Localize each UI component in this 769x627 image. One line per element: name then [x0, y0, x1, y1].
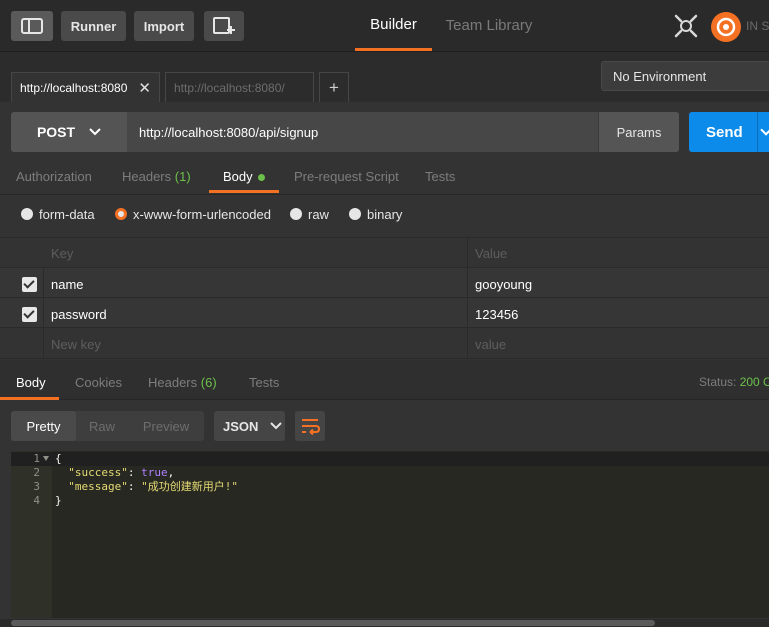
table-row: [0, 329, 769, 359]
wrap-lines-button[interactable]: [295, 411, 325, 441]
body-active-dot: [257, 174, 265, 181]
format-select[interactable]: JSON: [214, 411, 285, 441]
wrap-icon: [302, 419, 321, 436]
tab-tests[interactable]: Tests: [425, 162, 455, 193]
row-checkbox[interactable]: [22, 277, 37, 292]
line-number: 4: [33, 494, 40, 507]
radio-label: form-data: [39, 206, 95, 222]
value-column-header: Value: [475, 245, 508, 261]
radio-form-data[interactable]: form-data: [21, 206, 95, 222]
status-code: 200 O: [739, 375, 769, 389]
tab-body-label: Body: [223, 169, 253, 184]
radio-icon: [290, 208, 302, 220]
tab-response-headers-label: Headers: [148, 375, 198, 390]
radio-label: raw: [308, 206, 329, 222]
import-button[interactable]: Import: [134, 11, 194, 41]
radio-icon: [349, 208, 361, 220]
pretty-button[interactable]: Pretty: [11, 411, 76, 441]
tab-response-cookies[interactable]: Cookies: [75, 366, 122, 400]
close-icon[interactable]: ✕: [138, 79, 151, 97]
code-line: "success": true,: [68, 466, 175, 479]
table-header: [0, 237, 769, 268]
new-value-input[interactable]: value: [475, 329, 506, 359]
column-divider: [467, 237, 468, 359]
sidebar-icon: [21, 18, 43, 34]
tab-body[interactable]: Body: [209, 162, 279, 193]
request-tab[interactable]: http://localhost:8080/: [165, 72, 314, 102]
request-tab-active[interactable]: http://localhost:8080 ✕: [11, 72, 160, 102]
scrollbar-thumb[interactable]: [11, 620, 655, 626]
json-key: "success": [68, 466, 128, 479]
radio-label: x-www-form-urlencoded: [133, 206, 271, 222]
add-tab-button[interactable]: +: [319, 72, 349, 102]
status-display: Status: 200 O: [699, 375, 769, 389]
request-tab-label: http://localhost:8080/: [174, 80, 285, 95]
divider: [0, 194, 769, 195]
json-value: true: [141, 466, 168, 479]
table-row: [0, 298, 769, 328]
new-window-icon: [213, 17, 235, 34]
environment-select[interactable]: No Environment: [601, 61, 769, 91]
key-input[interactable]: name: [51, 269, 84, 299]
json-key: "message": [68, 480, 128, 493]
radio-urlencoded[interactable]: x-www-form-urlencoded: [115, 206, 271, 222]
value-input[interactable]: gooyoung: [475, 269, 532, 299]
code-line: {: [55, 452, 62, 465]
tab-headers-label: Headers: [122, 169, 172, 184]
preview-button[interactable]: Preview: [130, 411, 202, 441]
format-label: JSON: [223, 418, 259, 434]
table-row: [0, 268, 769, 298]
json-value: "成功创建新用户!": [141, 480, 238, 493]
radio-icon: [21, 208, 33, 220]
raw-button[interactable]: Raw: [78, 411, 126, 441]
send-divider: [757, 112, 758, 152]
url-input[interactable]: http://localhost:8080/api/signup: [139, 112, 318, 152]
response-headers-count: (6): [200, 375, 217, 390]
key-column-header: Key: [51, 245, 74, 261]
radio-label: binary: [367, 206, 403, 222]
new-window-button[interactable]: [204, 11, 244, 41]
radio-raw[interactable]: raw: [290, 206, 329, 222]
key-input[interactable]: password: [51, 299, 107, 329]
toggle-sidebar-button[interactable]: [11, 11, 53, 41]
value-input[interactable]: 123456: [475, 299, 518, 329]
tab-response-body[interactable]: Body: [0, 366, 59, 400]
sync-status-icon[interactable]: [711, 12, 741, 42]
code-line: "message": "成功创建新用户!": [68, 480, 238, 493]
line-number: 3: [33, 480, 40, 493]
interceptor-icon[interactable]: [672, 12, 700, 40]
tab-authorization[interactable]: Authorization: [16, 162, 92, 193]
chevron-down-icon: [270, 422, 283, 430]
fold-arrow-icon[interactable]: [43, 456, 49, 461]
radio-binary[interactable]: binary: [349, 206, 402, 222]
tab-team-library[interactable]: Team Library: [440, 0, 538, 50]
runner-button[interactable]: Runner: [61, 11, 126, 41]
sync-status-label: IN S: [746, 19, 769, 33]
line-number: 2: [33, 466, 40, 479]
tab-response-tests[interactable]: Tests: [249, 366, 279, 400]
radio-selected-icon: [115, 208, 127, 220]
status-label: Status:: [699, 375, 737, 389]
method-label: POST: [36, 124, 76, 140]
request-tab-label: http://localhost:8080: [20, 80, 128, 95]
line-number: 1: [33, 452, 40, 465]
chevron-down-icon: [89, 128, 101, 136]
active-line: [11, 452, 769, 466]
row-checkbox[interactable]: [22, 307, 37, 322]
params-button[interactable]: Params: [598, 112, 679, 152]
code-line: }: [55, 494, 62, 507]
tab-headers[interactable]: Headers (1): [122, 162, 191, 193]
tab-builder[interactable]: Builder: [355, 0, 432, 51]
headers-count: (1): [174, 169, 191, 184]
method-select[interactable]: POST: [11, 112, 127, 152]
column-divider: [43, 268, 44, 359]
tab-pre-request-script[interactable]: Pre-request Script: [294, 162, 399, 193]
tab-response-headers[interactable]: Headers (6): [148, 366, 217, 400]
new-key-input[interactable]: New key: [51, 329, 101, 359]
